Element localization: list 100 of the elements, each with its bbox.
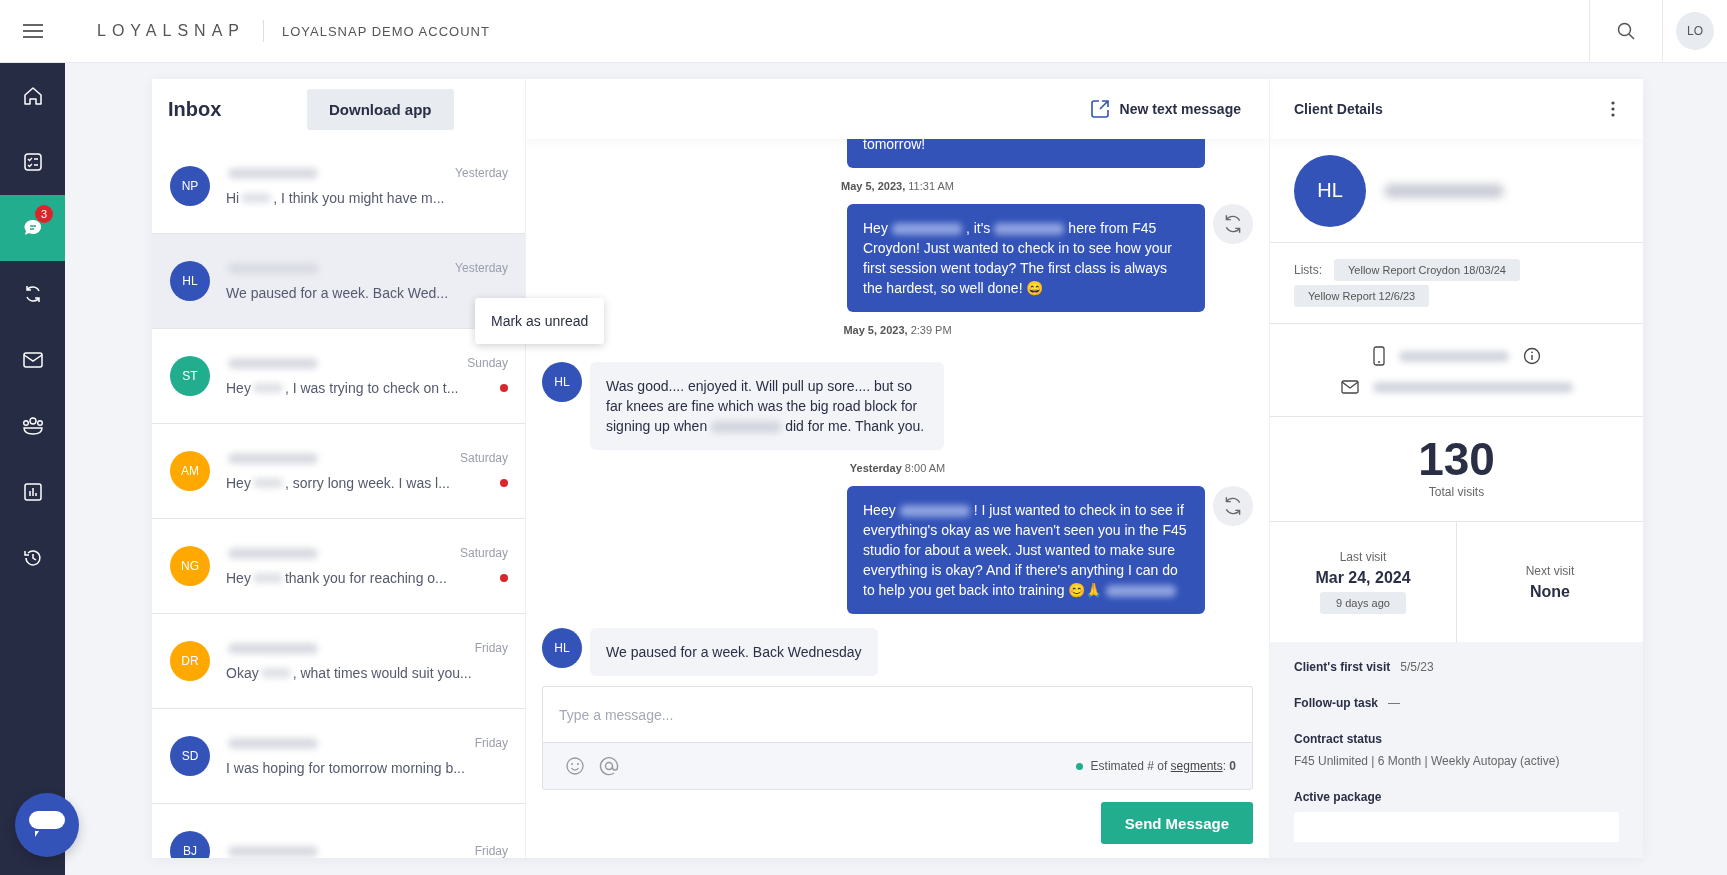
client-avatar: HL bbox=[1294, 154, 1366, 227]
message-time: 8:00 AM bbox=[904, 462, 946, 474]
redacted-text bbox=[252, 478, 283, 488]
conversation-time: Yesterday bbox=[455, 166, 508, 180]
last-visit-label: Last visit bbox=[1339, 550, 1387, 564]
conversation-item[interactable]: DR Friday Okay , what times would suit you... bbox=[152, 614, 525, 709]
mail-icon bbox=[22, 352, 43, 368]
message-preview: Okay bbox=[226, 665, 259, 681]
contact-avatar: ST bbox=[170, 356, 210, 396]
new-text-message-button[interactable]: New text message bbox=[1083, 98, 1247, 120]
contact-avatar: DR bbox=[170, 641, 210, 681]
conversation-item[interactable]: AM Saturday Hey , sorry long week. I was l... bbox=[152, 424, 525, 519]
lists-label: Lists: bbox=[1294, 263, 1322, 277]
redacted-text bbox=[260, 668, 291, 678]
list-tag[interactable]: Yellow Report 12/6/23 bbox=[1294, 285, 1430, 307]
history-icon bbox=[22, 548, 43, 568]
info-icon[interactable] bbox=[1522, 347, 1541, 365]
external-link-icon bbox=[1089, 99, 1110, 119]
download-app-button[interactable]: Download app bbox=[307, 88, 454, 130]
contact-avatar: HL bbox=[170, 261, 210, 301]
days-ago-tag: 9 days ago bbox=[1320, 592, 1406, 614]
resend-button[interactable] bbox=[1213, 486, 1253, 526]
chat-icon bbox=[21, 218, 44, 238]
more-icon bbox=[1611, 101, 1615, 117]
segments-estimate: Estimated # of segments: 0 bbox=[1090, 759, 1236, 773]
sent-message-bubble: Heey ! I just wanted to check in to see if everything's okay as we haven't seen you in the F45 studio for about a week. Just wanted to make sure everything is okay? And if there's anything I can do to help you get back into training 😊🙏 bbox=[847, 486, 1205, 614]
conversation-time: Saturday bbox=[459, 451, 508, 465]
sent-message-bubble: Hey , it's here from F45 Croydon! Just wanted to check in to see how your first session went today? The first class is always the hardest, so well done! 😄 bbox=[847, 204, 1205, 312]
user-avatar[interactable]: LO bbox=[1676, 12, 1714, 50]
field-label: Contract status bbox=[1294, 732, 1383, 746]
message-preview: We paused for a week. Back Wed... bbox=[226, 285, 449, 301]
last-visit-date: Mar 24, 2024 bbox=[1315, 569, 1411, 587]
segments-link[interactable]: segments bbox=[1170, 759, 1223, 773]
conversation-time: Yesterday bbox=[455, 261, 508, 275]
received-message-bubble: We paused for a week. Back Wednesday bbox=[590, 628, 878, 676]
status-dot bbox=[1075, 762, 1083, 770]
menu-icon bbox=[22, 24, 43, 38]
message-preview: , sorry long week. I was l... bbox=[284, 475, 450, 491]
field-value: — bbox=[1388, 696, 1400, 710]
contact-avatar: BJ bbox=[170, 831, 210, 858]
message-time: 11:31 AM bbox=[908, 180, 954, 192]
nav-item[interactable]: 3 bbox=[0, 195, 65, 261]
mention-icon[interactable] bbox=[599, 756, 619, 776]
message-date: May 5, 2023, bbox=[841, 180, 906, 192]
contact-avatar: NP bbox=[170, 166, 210, 206]
account-name: LOYALSNAP DEMO ACCOUNT bbox=[281, 23, 490, 39]
unread-badge: 3 bbox=[35, 205, 53, 223]
conversation-time: Friday bbox=[474, 641, 508, 655]
resend-button[interactable] bbox=[1213, 204, 1253, 244]
contact-avatar: NG bbox=[170, 546, 210, 586]
home-icon bbox=[22, 86, 43, 106]
contact-avatar: HL bbox=[542, 362, 582, 402]
panel-title: Client Details bbox=[1294, 101, 1383, 117]
conversation-time: Friday bbox=[474, 844, 508, 858]
list-tag[interactable]: Yellow Report Croydon 18/03/24 bbox=[1334, 259, 1520, 281]
total-visits-count: 130 bbox=[1418, 433, 1495, 485]
redacted-text bbox=[252, 573, 283, 583]
field-label: Client's first visit bbox=[1294, 660, 1391, 674]
conversation-item[interactable]: SD Friday I was hoping for tomorrow morning b... bbox=[152, 709, 525, 804]
emoji-icon[interactable] bbox=[565, 756, 585, 776]
message-preview: Hi bbox=[226, 190, 240, 206]
redacted-text bbox=[252, 383, 283, 393]
message-preview: , I was trying to check on t... bbox=[284, 380, 459, 396]
sent-message-bubble: tomorrow! bbox=[847, 139, 1205, 168]
field-label: Follow-up task bbox=[1294, 696, 1378, 710]
checklist-icon bbox=[22, 152, 43, 172]
message-preview: thank you for reaching o... bbox=[284, 570, 447, 586]
message-preview: Hey bbox=[226, 570, 251, 586]
next-visit-label: Next visit bbox=[1525, 563, 1575, 578]
conversation-item[interactable]: NG Saturday Hey thank you for reaching o... bbox=[152, 519, 525, 614]
chart-icon bbox=[22, 482, 43, 502]
phone-icon bbox=[1372, 346, 1385, 366]
conversation-item[interactable]: BJ Friday bbox=[152, 804, 525, 858]
next-visit-value: None bbox=[1530, 582, 1570, 601]
contact-avatar: HL bbox=[542, 628, 582, 668]
message-preview: Hey bbox=[226, 475, 251, 491]
inbox-title: Inbox bbox=[168, 97, 223, 121]
conversation-time: Saturday bbox=[459, 546, 508, 560]
conversation-time: Friday bbox=[474, 736, 508, 750]
search-icon bbox=[1617, 22, 1635, 40]
message-preview: , I think you might have m... bbox=[273, 190, 445, 206]
contact-avatar: AM bbox=[170, 451, 210, 491]
mail-icon bbox=[1340, 380, 1359, 394]
conversation-time: Sunday bbox=[467, 356, 508, 370]
brand-logo: LOYALSNAP bbox=[97, 22, 245, 40]
message-input[interactable]: Type a message... bbox=[542, 686, 1253, 742]
message-preview: Hey bbox=[226, 380, 251, 396]
received-message-bubble: Was good.... enjoyed it. Will pull up sore.... but so far knees are fine which was the big road block for signing up when did for me. Thank you. bbox=[590, 362, 944, 450]
message-date: Yesterday bbox=[849, 462, 902, 474]
total-visits-label: Total visits bbox=[1428, 485, 1485, 499]
contact-avatar: SD bbox=[170, 736, 210, 776]
message-time: 2:39 PM bbox=[910, 324, 952, 336]
message-preview: , what times would suit you... bbox=[292, 665, 472, 681]
message-date: May 5, 2023, bbox=[843, 324, 908, 336]
message-preview: I was hoping for tomorrow morning b... bbox=[226, 760, 465, 776]
field-value: 5/5/23 bbox=[1400, 660, 1434, 674]
redacted-text bbox=[241, 193, 272, 203]
field-label: Active package bbox=[1294, 790, 1383, 804]
people-icon bbox=[21, 416, 44, 436]
field-value: F45 Unlimited | 6 Month | Weekly Autopay (active) bbox=[1294, 754, 1561, 768]
